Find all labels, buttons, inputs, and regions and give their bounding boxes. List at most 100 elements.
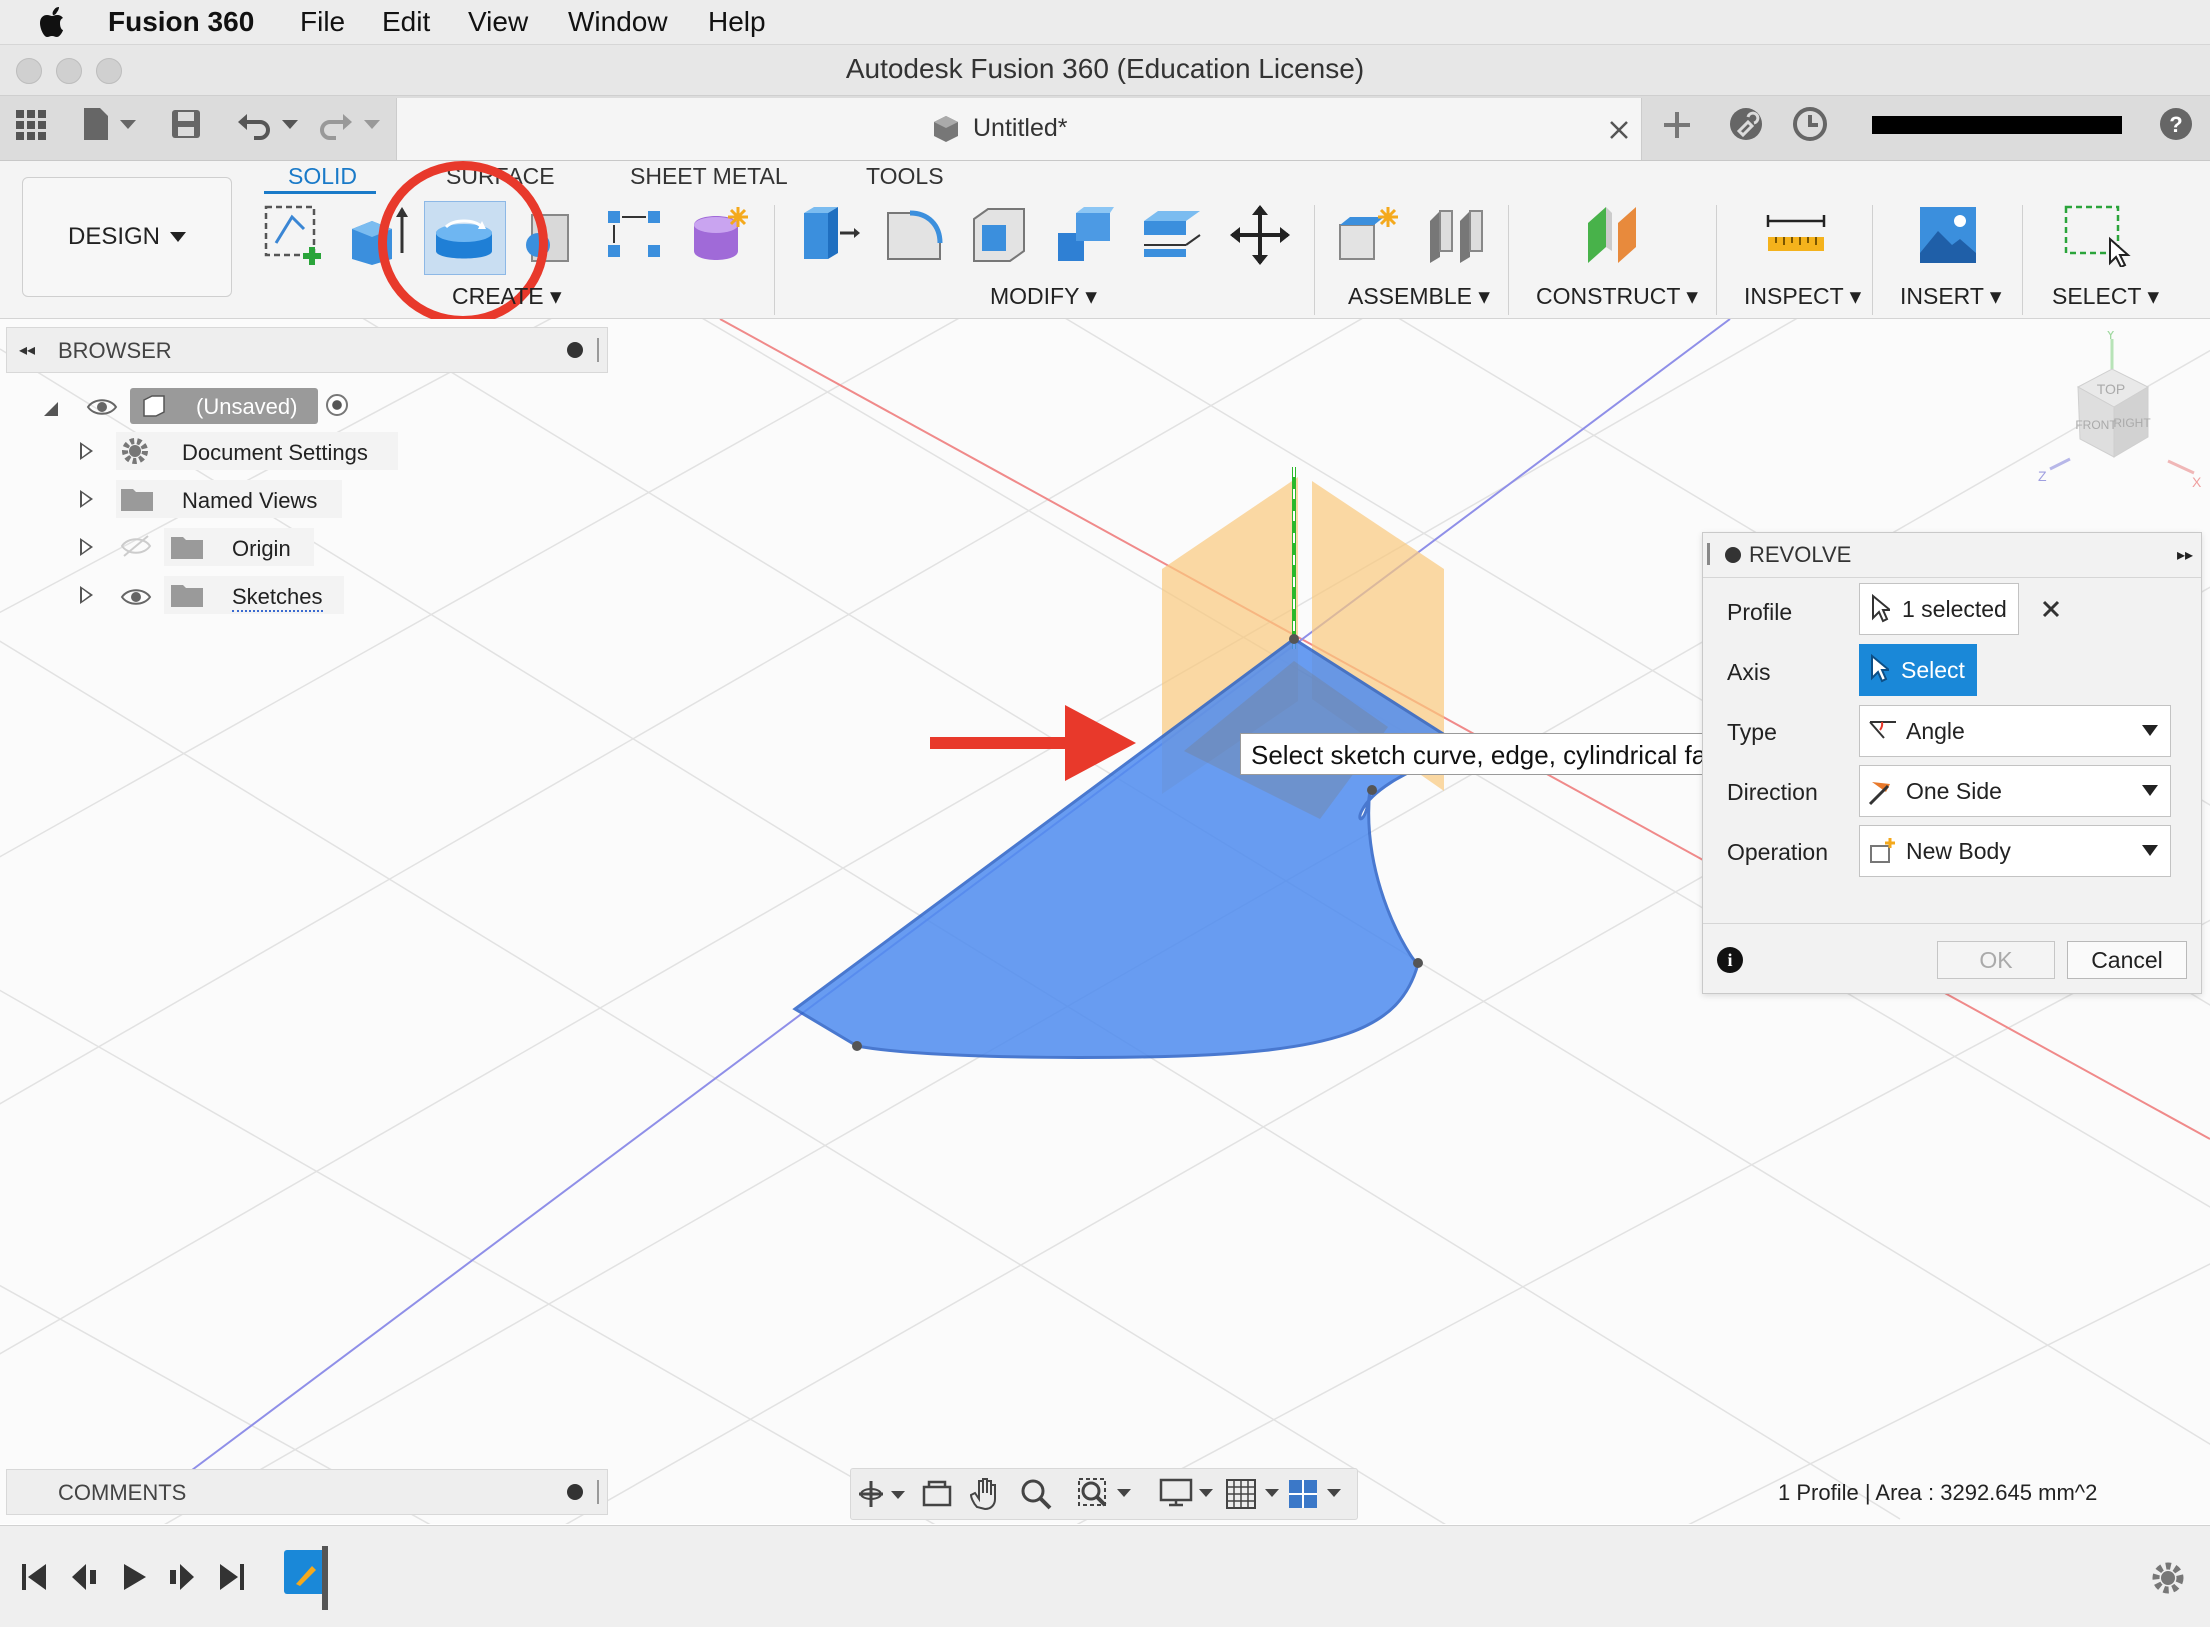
create-form-icon[interactable] [688, 203, 752, 267]
fit-window-icon[interactable] [1077, 1477, 1137, 1511]
go-to-start-icon[interactable] [20, 1562, 48, 1592]
tree-item-sketches[interactable]: Sketches [164, 576, 344, 614]
tree-item-origin[interactable]: Origin [164, 528, 314, 566]
direction-dropdown[interactable]: One Side [1859, 765, 2171, 817]
clear-selection-icon[interactable] [2041, 599, 2061, 619]
eye-icon[interactable] [120, 586, 152, 608]
timeline-marker[interactable] [322, 1546, 328, 1610]
grid-settings-icon[interactable] [1225, 1477, 1285, 1511]
create-sketch-icon[interactable] [262, 203, 326, 267]
look-at-icon[interactable] [921, 1479, 953, 1509]
comments-panel-header[interactable]: COMMENTS [6, 1469, 608, 1515]
expand-document-settings-icon[interactable] [80, 442, 93, 460]
browser-pin-icon[interactable] [567, 342, 583, 358]
assemble-menu[interactable]: ASSEMBLE ▾ [1348, 283, 1490, 310]
shell-icon[interactable] [968, 203, 1032, 267]
component-cube-icon [934, 116, 958, 142]
eye-hidden-icon[interactable] [120, 534, 152, 558]
revolve-dialog-header[interactable]: REVOLVE ▸▸ [1703, 533, 2201, 578]
dialog-drag-handle[interactable] [1707, 543, 1710, 565]
cancel-button[interactable]: Cancel [2067, 941, 2187, 979]
eye-icon[interactable] [86, 396, 118, 418]
select-menu[interactable]: SELECT ▾ [2052, 283, 2159, 310]
joint-icon[interactable] [1424, 203, 1488, 267]
inspect-menu[interactable]: INSPECT ▾ [1744, 283, 1861, 310]
offset-plane-icon[interactable] [1582, 203, 1646, 267]
add-comment-icon[interactable] [567, 1484, 583, 1500]
type-dropdown[interactable]: Angle [1859, 705, 2171, 757]
tree-item-document-settings[interactable]: Document Settings [116, 432, 398, 470]
view-cube[interactable]: TOP FRONT RIGHT Y Z X [2018, 331, 2208, 501]
tab-tools[interactable]: TOOLS [866, 163, 944, 190]
activate-radio-icon[interactable] [326, 394, 348, 416]
modify-menu[interactable]: MODIFY ▾ [990, 283, 1097, 310]
help-icon[interactable]: ? [2158, 106, 2194, 142]
play-icon[interactable] [120, 1562, 148, 1592]
tab-solid[interactable]: SOLID [288, 163, 357, 190]
tree-collapse-toggle[interactable] [44, 402, 58, 416]
comments-resize-handle[interactable] [597, 1480, 599, 1504]
operation-dropdown[interactable]: New Body [1859, 825, 2171, 877]
user-account-name-redacted[interactable] [1872, 116, 2122, 134]
app-name-menu[interactable]: Fusion 360 [108, 6, 254, 38]
offset-face-icon[interactable] [1140, 203, 1204, 267]
rectangular-pattern-icon[interactable] [604, 203, 668, 267]
construct-menu[interactable]: CONSTRUCT ▾ [1536, 283, 1698, 310]
undo-icon[interactable] [236, 108, 302, 140]
step-forward-icon[interactable] [168, 1562, 196, 1592]
browser-resize-handle[interactable] [597, 338, 599, 362]
expand-origin-icon[interactable] [80, 538, 93, 556]
create-menu[interactable]: CREATE ▾ [452, 283, 562, 310]
close-tab-icon[interactable] [1609, 120, 1629, 140]
expand-sketches-icon[interactable] [80, 586, 93, 604]
menu-view[interactable]: View [468, 6, 528, 38]
tab-sheet-metal[interactable]: SHEET METAL [630, 163, 788, 190]
viewports-icon[interactable] [1287, 1477, 1351, 1511]
new-component-icon[interactable] [1336, 203, 1400, 267]
timeline-settings-gear-icon[interactable] [2150, 1560, 2186, 1596]
tree-item-named-views[interactable]: Named Views [116, 480, 342, 518]
file-icon[interactable] [82, 106, 142, 142]
cursor-arrow-icon [1872, 594, 1890, 623]
apple-icon[interactable] [40, 6, 68, 38]
zoom-icon[interactable] [1019, 1477, 1053, 1511]
menu-window[interactable]: Window [568, 6, 668, 38]
toolbar-separator [2022, 205, 2023, 315]
expand-dialog-icon[interactable]: ▸▸ [2177, 545, 2193, 565]
document-tab[interactable]: Untitled* [396, 98, 1642, 160]
go-to-end-icon[interactable] [218, 1562, 246, 1592]
fillet-icon[interactable] [882, 203, 946, 267]
window-select-icon[interactable] [2062, 203, 2138, 267]
pan-hand-icon[interactable] [969, 1477, 1001, 1511]
expand-named-views-icon[interactable] [80, 490, 93, 508]
menu-help[interactable]: Help [708, 6, 766, 38]
extensions-icon[interactable] [1728, 106, 1764, 142]
new-tab-plus-icon[interactable] [1660, 108, 1694, 142]
browser-panel-header[interactable]: ◂◂ BROWSER [6, 327, 608, 373]
chevron-down-icon [2142, 785, 2158, 796]
active-tab-underline [264, 191, 376, 194]
ok-button[interactable]: OK [1937, 941, 2055, 979]
collapse-browser-icon[interactable]: ◂◂ [19, 340, 35, 360]
measure-icon[interactable] [1764, 203, 1828, 267]
data-panel-grid-icon[interactable] [16, 110, 46, 140]
tree-root-item[interactable]: (Unsaved) [130, 388, 318, 424]
move-copy-icon[interactable] [1228, 203, 1292, 267]
step-back-icon[interactable] [70, 1562, 98, 1592]
job-status-clock-icon[interactable] [1792, 106, 1828, 142]
orbit-icon[interactable] [857, 1479, 913, 1509]
insert-menu[interactable]: INSERT ▾ [1900, 283, 2001, 310]
cancel-button-label: Cancel [2091, 947, 2163, 973]
menu-edit[interactable]: Edit [382, 6, 430, 38]
menu-file[interactable]: File [300, 6, 345, 38]
axis-select-button[interactable]: Select [1859, 644, 1977, 696]
redo-icon[interactable] [318, 108, 384, 140]
profile-selection-field[interactable]: 1 selected [1859, 583, 2019, 635]
press-pull-icon[interactable] [796, 203, 860, 267]
combine-icon[interactable] [1054, 203, 1118, 267]
info-icon[interactable]: i [1717, 947, 1743, 973]
workspace-switcher-button[interactable]: DESIGN [22, 177, 232, 297]
display-settings-icon[interactable] [1159, 1477, 1219, 1511]
insert-canvas-icon[interactable] [1916, 203, 1980, 267]
save-icon[interactable] [170, 108, 202, 140]
